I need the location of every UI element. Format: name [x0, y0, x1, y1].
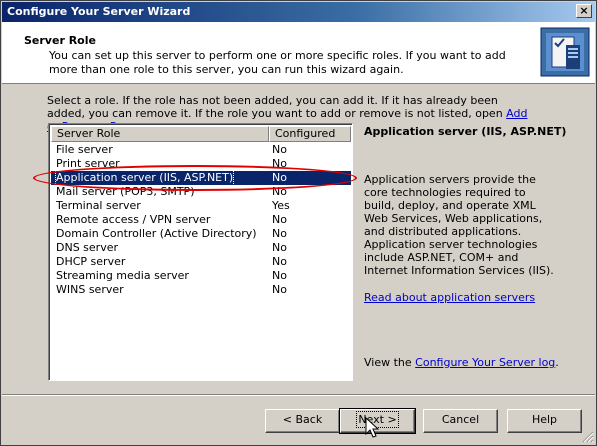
column-header-configured[interactable]: Configured [269, 126, 351, 142]
list-item[interactable]: Mail server (POP3, SMTP) No [51, 185, 351, 199]
role-name: Terminal server [56, 199, 141, 212]
back-button-label: < Back [282, 413, 323, 426]
close-button[interactable]: × [576, 4, 592, 18]
log-line: View the Configure Your Server log. [364, 356, 559, 369]
role-configured: No [272, 255, 287, 268]
list-item[interactable]: Application server (IIS, ASP.NET) No [51, 170, 351, 186]
list-rows: File server No Print server No Application s… [51, 143, 351, 297]
server-role-list[interactable]: Server Role Configured File server No Prin… [48, 123, 353, 381]
role-name: Application server (IIS, ASP.NET) [54, 170, 235, 186]
role-configured: Yes [272, 199, 290, 212]
role-configured: No [272, 171, 287, 184]
resize-grip-icon[interactable] [582, 431, 594, 443]
role-name: Mail server (POP3, SMTP) [56, 185, 195, 198]
role-configured: No [272, 185, 287, 198]
wizard-window: Configure Your Server Wizard × Server Ro… [0, 0, 597, 446]
button-separator [2, 394, 595, 396]
close-icon: × [579, 4, 589, 17]
role-name: Streaming media server [56, 269, 189, 282]
role-name: Print server [56, 157, 120, 170]
list-item[interactable]: Domain Controller (Active Directory) No [51, 227, 351, 241]
role-configured: No [272, 143, 287, 156]
role-name: DHCP server [56, 255, 126, 268]
wizard-header: Server Role You can set up this server t… [2, 22, 595, 84]
list-item[interactable]: DHCP server No [51, 255, 351, 269]
list-item[interactable]: Streaming media server No [51, 269, 351, 283]
page-description: You can set up this server to perform on… [49, 49, 506, 76]
configure-server-log-link[interactable]: Configure Your Server log [415, 356, 555, 369]
list-item[interactable]: Terminal server Yes [51, 199, 351, 213]
window-title: Configure Your Server Wizard [7, 5, 191, 18]
column-header-server-role[interactable]: Server Role [51, 126, 269, 142]
role-configured: No [272, 213, 287, 226]
list-item[interactable]: Remote access / VPN server No [51, 213, 351, 227]
role-configured: No [272, 157, 287, 170]
read-about-application-servers-link[interactable]: Read about application servers [364, 291, 535, 304]
role-configured: No [272, 269, 287, 282]
role-name: WINS server [56, 283, 124, 296]
intro-body: Select a role. If the role has not been … [47, 94, 507, 120]
cancel-button-label: Cancel [441, 413, 480, 426]
server-wizard-icon [540, 27, 590, 77]
log-prefix: View the [364, 356, 416, 369]
role-configured: No [272, 241, 287, 254]
page-title: Server Role [24, 34, 96, 47]
role-configured: No [272, 227, 287, 240]
list-item[interactable]: WINS server No [51, 283, 351, 297]
list-header: Server Role Configured [51, 126, 351, 142]
cancel-button[interactable]: Cancel [423, 409, 498, 433]
list-item[interactable]: File server No [51, 143, 351, 157]
next-button-label: Next > [356, 411, 399, 428]
role-detail-description: Application servers provide the core tec… [364, 173, 554, 277]
help-button-label: Help [531, 413, 558, 426]
next-button[interactable]: Next > [339, 408, 416, 434]
back-button[interactable]: < Back [265, 409, 340, 433]
role-name: File server [56, 143, 113, 156]
role-name: Remote access / VPN server [56, 213, 211, 226]
log-suffix: . [555, 356, 559, 369]
title-bar: Configure Your Server Wizard × [2, 2, 595, 22]
role-name: DNS server [56, 241, 118, 254]
role-name: Domain Controller (Active Directory) [56, 227, 257, 240]
list-item[interactable]: Print server No [51, 157, 351, 171]
help-button[interactable]: Help [507, 409, 582, 433]
role-configured: No [272, 283, 287, 296]
role-detail-title: Application server (IIS, ASP.NET) [364, 125, 567, 138]
list-item[interactable]: DNS server No [51, 241, 351, 255]
